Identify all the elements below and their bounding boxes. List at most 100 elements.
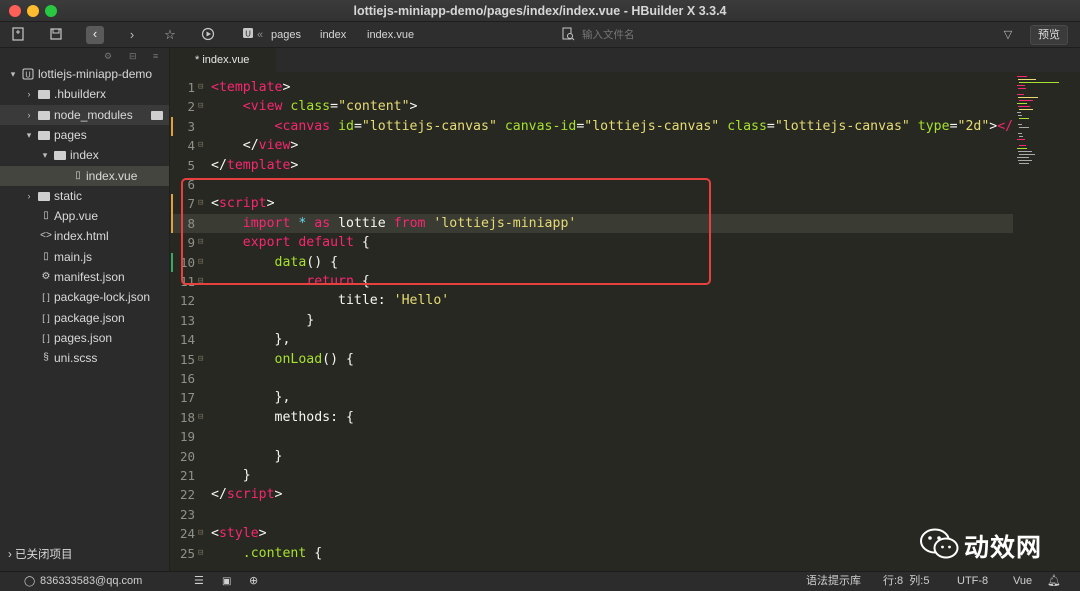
collapse-icon[interactable]: ⊟: [129, 51, 137, 62]
code-token: .content: [242, 545, 307, 561]
user-icon: ◯: [24, 576, 36, 587]
code-line[interactable]: 24 ⊟ <style>: [171, 524, 1013, 543]
code-text: </view>: [211, 136, 299, 155]
cursor-position[interactable]: 行:8 列:5: [883, 572, 929, 591]
code-line[interactable]: 20 }: [171, 447, 1013, 466]
code-line[interactable]: 18 ⊟ methods: {: [171, 408, 1013, 427]
folder-icon: [38, 191, 50, 201]
tree-item[interactable]: ▯ index.vue: [0, 165, 169, 186]
tree-item[interactable]: ▯ main.js: [0, 247, 169, 267]
language-label[interactable]: Vue: [1013, 572, 1032, 591]
tree-item[interactable]: ⚙ manifest.json: [0, 267, 169, 287]
close-window-button[interactable]: [9, 5, 21, 17]
fold-icon[interactable]: ⊟: [198, 544, 203, 563]
filter-icon[interactable]: ▽: [1000, 27, 1016, 43]
code-text: .content {: [211, 544, 322, 563]
run-icon[interactable]: [200, 27, 216, 43]
file-search-input[interactable]: [582, 27, 882, 43]
chevron-down-icon[interactable]: ▾: [8, 64, 18, 84]
breadcrumb-item[interactable]: index: [320, 29, 346, 41]
terminal-icon[interactable]: ▣: [222, 572, 231, 591]
tree-item[interactable]: ▯ App.vue: [0, 206, 169, 226]
minimap-line: [1017, 139, 1025, 140]
project-explorer: ⚙ ⊟ ≡ ▾ Ulottiejs-miniapp-demo › .hbuilderx…: [0, 48, 170, 571]
line-number: 18: [179, 409, 195, 425]
minimap-line: [1019, 127, 1029, 128]
fold-icon[interactable]: ⊟: [198, 97, 203, 116]
file-search-icon: [560, 27, 576, 43]
chevron-right-icon[interactable]: ›: [24, 186, 34, 206]
line-number: 15: [179, 351, 195, 367]
star-icon[interactable]: ☆: [162, 27, 178, 43]
chevron-down-icon[interactable]: ▾: [40, 145, 50, 165]
tree-item[interactable]: [ ] package.json: [0, 308, 169, 328]
minimap[interactable]: [1013, 72, 1080, 567]
fold-icon[interactable]: ⊟: [198, 350, 203, 369]
code-line[interactable]: 23: [171, 505, 1013, 524]
code-token: =: [330, 99, 339, 115]
code-line[interactable]: 17 },: [171, 388, 1013, 407]
tree-item-label: node_modules: [54, 107, 133, 122]
new-file-icon[interactable]: [10, 27, 26, 43]
code-line[interactable]: 16: [171, 369, 1013, 388]
notification-bell-icon[interactable]: 🔔︎: [1047, 572, 1061, 591]
encoding-label[interactable]: UTF-8: [957, 572, 988, 591]
tree-item[interactable]: › node_modules: [0, 104, 169, 125]
code-token: style: [218, 526, 259, 542]
closed-projects[interactable]: › 已关闭项目: [8, 546, 73, 562]
tree-item[interactable]: › static: [0, 186, 169, 206]
list-icon[interactable]: ☰: [194, 572, 204, 591]
breadcrumb-item[interactable]: pages: [271, 29, 301, 41]
tree-item[interactable]: <> index.html: [0, 226, 169, 246]
code-line[interactable]: 21 }: [171, 466, 1013, 485]
tree-item[interactable]: ▾ index: [0, 145, 169, 165]
chevron-down-icon[interactable]: ▾: [24, 125, 34, 145]
tree-item[interactable]: § uni.scss: [0, 348, 169, 368]
account-label[interactable]: 836333583@qq.com: [40, 572, 142, 591]
code-line[interactable]: 13 }: [171, 311, 1013, 330]
code-token: script: [226, 487, 275, 503]
tree-item[interactable]: ▾ Ulottiejs-miniapp-demo: [0, 64, 169, 84]
preview-button[interactable]: 预览: [1030, 25, 1068, 45]
code-text: <template>: [211, 78, 290, 97]
code-line[interactable]: 3 <canvas id="lottiejs-canvas" canvas-id…: [171, 117, 1013, 136]
code-line[interactable]: 5 </template>: [171, 156, 1013, 175]
code-editor[interactable]: 1 ⊟ <template> 2 ⊟ <view class="content"> 3 <…: [171, 72, 1013, 567]
line-number: 20: [179, 448, 195, 464]
fold-icon[interactable]: ⊟: [198, 78, 203, 97]
fold-icon[interactable]: ⊟: [198, 136, 203, 155]
code-line[interactable]: 25 ⊟ .content {: [171, 544, 1013, 563]
code-line[interactable]: 22 </script>: [171, 485, 1013, 504]
tree-item[interactable]: [ ] package-lock.json: [0, 287, 169, 307]
tree-item-label: pages: [54, 127, 87, 142]
save-icon[interactable]: [48, 27, 64, 43]
chevron-right-icon[interactable]: ›: [24, 105, 34, 125]
code-line[interactable]: 2 ⊟ <view class="content">: [171, 97, 1013, 116]
tree-item[interactable]: › .hbuilderx: [0, 84, 169, 104]
fold-icon[interactable]: ⊟: [198, 524, 203, 543]
code-token: {: [306, 545, 323, 561]
tree-item[interactable]: ▾ pages: [0, 125, 169, 145]
forward-icon[interactable]: ›: [124, 27, 140, 43]
minimap-line: [1018, 106, 1030, 107]
watermark-logo: 动效网: [918, 526, 1041, 562]
gear-icon[interactable]: ⚙: [104, 51, 112, 62]
code-line[interactable]: 19: [171, 427, 1013, 446]
translate-icon[interactable]: ⊕: [249, 572, 258, 591]
code-line[interactable]: 4 ⊟ </view>: [171, 136, 1013, 155]
code-line[interactable]: 15 ⊟ onLoad() {: [171, 350, 1013, 369]
minimap-line: [1017, 148, 1027, 149]
back-icon[interactable]: ‹: [86, 26, 104, 44]
fold-icon[interactable]: ⊟: [198, 408, 203, 427]
maximize-window-button[interactable]: [45, 5, 57, 17]
breadcrumb-item[interactable]: index.vue: [367, 29, 414, 41]
tab-index-vue[interactable]: * index.vue: [171, 48, 276, 72]
plugin-market-label[interactable]: 语法提示库: [806, 572, 861, 591]
minimize-window-button[interactable]: [27, 5, 39, 17]
code-line[interactable]: 12 title: 'Hello': [171, 291, 1013, 310]
code-line[interactable]: 1 ⊟ <template>: [171, 78, 1013, 97]
tree-item[interactable]: [ ] pages.json: [0, 328, 169, 348]
chevron-right-icon[interactable]: ›: [24, 84, 34, 104]
menu-icon[interactable]: ≡: [153, 51, 158, 61]
code-line[interactable]: 14 },: [171, 330, 1013, 349]
